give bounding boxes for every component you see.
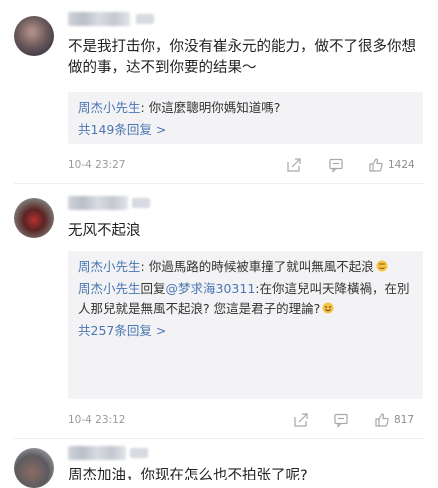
reply-box[interactable]: 周杰小先生: 你這麼聰明你媽知道嗎? 共149条回复 > [68, 92, 423, 144]
timestamp: 10-4 23:27 [68, 159, 126, 171]
share-icon[interactable] [286, 157, 302, 173]
thumbs-up-icon[interactable] [374, 412, 390, 428]
username-blurred[interactable] [68, 12, 130, 26]
comment-icon[interactable] [333, 412, 349, 428]
comment-text: 周杰加油，你现在怎么也不拍张了呢? [68, 468, 308, 480]
mention-link[interactable]: @梦求海30311 [166, 281, 256, 296]
comment-text: 无风不起浪 [68, 223, 141, 239]
comment-meta: 10-4 23:12 817 [68, 412, 423, 430]
reply[interactable]: 周杰小先生: 你這麼聰明你媽知道嗎? [78, 98, 413, 118]
reply-author[interactable]: 周杰小先生 [78, 100, 141, 115]
like-count: 817 [394, 414, 415, 426]
share-icon[interactable] [293, 412, 309, 428]
thumbs-up-icon[interactable] [368, 157, 384, 173]
reply-box[interactable]: 周杰小先生: 你過馬路的時候被車撞了就叫無風不起浪 周杰小先生回复@梦求海303… [68, 251, 423, 399]
reply-word: 回复 [140, 281, 166, 296]
more-replies-link[interactable]: 共149条回复 > [78, 120, 413, 140]
username-blurred[interactable] [68, 446, 126, 460]
reply-author[interactable]: 周杰小先生 [78, 259, 141, 274]
reply[interactable]: 周杰小先生回复@梦求海30311:在你這兒叫天降橫禍，在別人那兒就是無風不起浪?… [78, 279, 413, 319]
more-replies-link[interactable]: 共257条回复 > [78, 321, 413, 341]
user-badge [136, 14, 154, 24]
username-blurred[interactable] [68, 196, 128, 210]
comment-text: 不是我打击你，你没有崔永元的能力，做不了很多你想做的事，达不到你要的结果～ [68, 39, 416, 76]
avatar[interactable] [14, 16, 54, 56]
reply-text: 你這麼聰明你媽知道嗎? [148, 100, 281, 115]
emoji-icon [376, 260, 388, 272]
comment-meta: 10-4 23:27 1424 [68, 157, 423, 175]
reply-author[interactable]: 周杰小先生 [78, 281, 141, 296]
like-count: 1424 [388, 159, 415, 171]
avatar[interactable] [14, 198, 54, 238]
divider [14, 438, 424, 439]
user-badge [132, 198, 150, 208]
comment-icon[interactable] [328, 157, 344, 173]
timestamp: 10-4 23:12 [68, 414, 126, 426]
avatar[interactable] [14, 448, 54, 488]
reply-text: 你過馬路的時候被車撞了就叫無風不起浪 [148, 259, 374, 274]
emoji-icon [322, 302, 334, 314]
divider [14, 183, 424, 184]
user-badge [130, 448, 148, 458]
reply[interactable]: 周杰小先生: 你過馬路的時候被車撞了就叫無風不起浪 [78, 257, 413, 277]
